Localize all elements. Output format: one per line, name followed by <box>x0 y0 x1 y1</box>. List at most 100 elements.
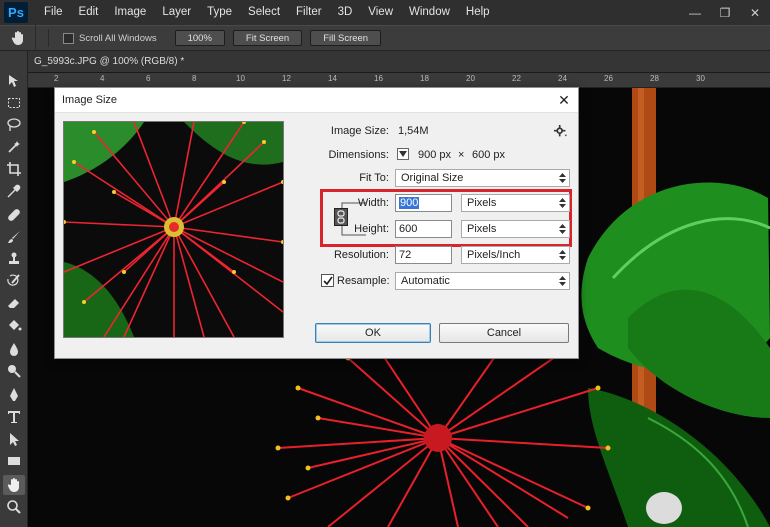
blur-tool-icon[interactable] <box>3 339 25 359</box>
menu-bar: Ps File Edit Image Layer Type Select Fil… <box>0 0 770 25</box>
resolution-unit-select[interactable]: Pixels/Inch <box>461 246 570 264</box>
resolution-unit-value: Pixels/Inch <box>467 249 521 261</box>
dialog-title: Image Size <box>55 88 578 113</box>
dimensions-label: Dimensions: <box>328 149 389 161</box>
updown-arrow-icon <box>559 276 566 286</box>
restore-icon[interactable]: ❐ <box>710 0 740 25</box>
fit-to-label: Fit To: <box>359 172 389 184</box>
hand-tool-icon[interactable] <box>3 475 25 495</box>
magic-wand-tool-icon[interactable] <box>3 137 25 157</box>
resample-value: Automatic <box>401 275 450 287</box>
pen-tool-icon[interactable] <box>3 385 25 405</box>
preview-flower-image <box>64 122 283 337</box>
resample-label: Resample: <box>337 275 390 287</box>
menu-select[interactable]: Select <box>240 0 288 25</box>
ruler-label: 4 <box>100 74 105 83</box>
resolution-input[interactable]: 72 <box>395 246 452 264</box>
fit-screen-button[interactable]: Fit Screen <box>232 30 303 46</box>
dimensions-dropdown-icon[interactable] <box>397 148 409 160</box>
fit-to-value: Original Size <box>401 172 464 184</box>
eyedropper-tool-icon[interactable] <box>3 181 25 201</box>
checkmark-icon <box>322 276 333 285</box>
ruler-label: 14 <box>328 74 337 83</box>
image-size-dialog: Image Size ✕ Image Size: 1,54M Dimension… <box>54 87 579 359</box>
ruler-label: 18 <box>420 74 429 83</box>
dialog-close-icon[interactable]: ✕ <box>556 92 572 108</box>
dodge-tool-icon[interactable] <box>3 361 25 381</box>
resample-checkbox[interactable] <box>321 274 334 287</box>
ruler-label: 12 <box>282 74 291 83</box>
lasso-tool-icon[interactable] <box>3 115 25 135</box>
ruler-label: 2 <box>54 74 59 83</box>
scroll-all-windows-checkbox[interactable] <box>63 32 74 44</box>
menu-window[interactable]: Window <box>401 0 458 25</box>
width-label: Width: <box>357 197 389 209</box>
ok-button[interactable]: OK <box>315 323 431 343</box>
image-preview[interactable] <box>63 121 284 338</box>
separator <box>48 29 49 47</box>
cancel-button[interactable]: Cancel <box>439 323 569 343</box>
menu-file[interactable]: File <box>36 0 71 25</box>
dimensions-times: × <box>458 149 465 161</box>
ruler-label: 16 <box>374 74 383 83</box>
updown-arrow-icon <box>559 173 566 183</box>
menu-view[interactable]: View <box>360 0 401 25</box>
ruler-label: 20 <box>466 74 475 83</box>
hand-tool-preset-icon[interactable] <box>0 25 36 51</box>
close-icon[interactable]: ✕ <box>740 0 770 25</box>
menu-layer[interactable]: Layer <box>154 0 199 25</box>
dimensions-width: 900 px <box>418 149 452 161</box>
ruler-label: 8 <box>192 74 197 83</box>
menu-help[interactable]: Help <box>458 0 498 25</box>
menu-filter[interactable]: Filter <box>288 0 330 25</box>
rectangle-tool-icon[interactable] <box>3 451 25 471</box>
dimensions-height: 600 px <box>472 149 506 161</box>
height-unit-value: Pixels <box>467 223 497 235</box>
resolution-value: 72 <box>399 249 412 261</box>
minimize-icon[interactable]: — <box>680 0 710 25</box>
paint-bucket-tool-icon[interactable] <box>3 315 25 335</box>
move-tool-icon[interactable] <box>3 71 25 91</box>
width-unit-select[interactable]: Pixels <box>461 194 570 212</box>
crop-tool-icon[interactable] <box>3 159 25 179</box>
options-bar: Scroll All Windows 100% Fit Screen Fill … <box>0 25 770 51</box>
menu-image[interactable]: Image <box>106 0 154 25</box>
height-input[interactable]: 600 <box>395 220 452 238</box>
gear-icon[interactable] <box>551 123 569 139</box>
menu-3d[interactable]: 3D <box>330 0 361 25</box>
horizontal-ruler[interactable]: 2 4 6 8 10 12 14 16 18 20 22 24 26 28 30 <box>28 73 770 88</box>
document-title: G_5993c.JPG @ 100% (RGB/8) * <box>34 56 185 67</box>
menu-edit[interactable]: Edit <box>71 0 107 25</box>
fill-screen-button[interactable]: Fill Screen <box>310 30 382 46</box>
history-brush-tool-icon[interactable] <box>3 271 25 291</box>
document-tab[interactable]: G_5993c.JPG @ 100% (RGB/8) * <box>28 51 770 73</box>
height-unit-select[interactable]: Pixels <box>461 220 570 238</box>
image-size-value: 1,54M <box>398 125 429 137</box>
ruler-label: 28 <box>650 74 659 83</box>
ruler-label: 24 <box>558 74 567 83</box>
resample-select[interactable]: Automatic <box>395 272 570 290</box>
width-value: 900 <box>399 197 420 209</box>
updown-arrow-icon <box>559 224 566 234</box>
brush-tool-icon[interactable] <box>3 227 25 247</box>
healing-brush-tool-icon[interactable] <box>3 205 25 225</box>
fit-to-select[interactable]: Original Size <box>395 169 570 187</box>
clone-stamp-tool-icon[interactable] <box>3 249 25 269</box>
width-unit-value: Pixels <box>467 197 497 209</box>
ruler-label: 10 <box>236 74 245 83</box>
eraser-tool-icon[interactable] <box>3 293 25 313</box>
path-selection-tool-icon[interactable] <box>3 429 25 449</box>
scroll-all-windows-label: Scroll All Windows <box>79 32 157 44</box>
image-size-label: Image Size: <box>330 125 389 137</box>
tools-panel <box>0 51 28 527</box>
zoom-100-button[interactable]: 100% <box>174 30 225 46</box>
resolution-label: Resolution: <box>333 249 389 261</box>
type-tool-icon[interactable] <box>3 407 25 427</box>
width-input[interactable]: 900 <box>395 194 452 212</box>
marquee-tool-icon[interactable] <box>3 93 25 113</box>
height-value: 600 <box>399 223 418 235</box>
ruler-label: 26 <box>604 74 613 83</box>
updown-arrow-icon <box>559 198 566 208</box>
zoom-tool-icon[interactable] <box>3 497 25 517</box>
menu-type[interactable]: Type <box>199 0 240 25</box>
